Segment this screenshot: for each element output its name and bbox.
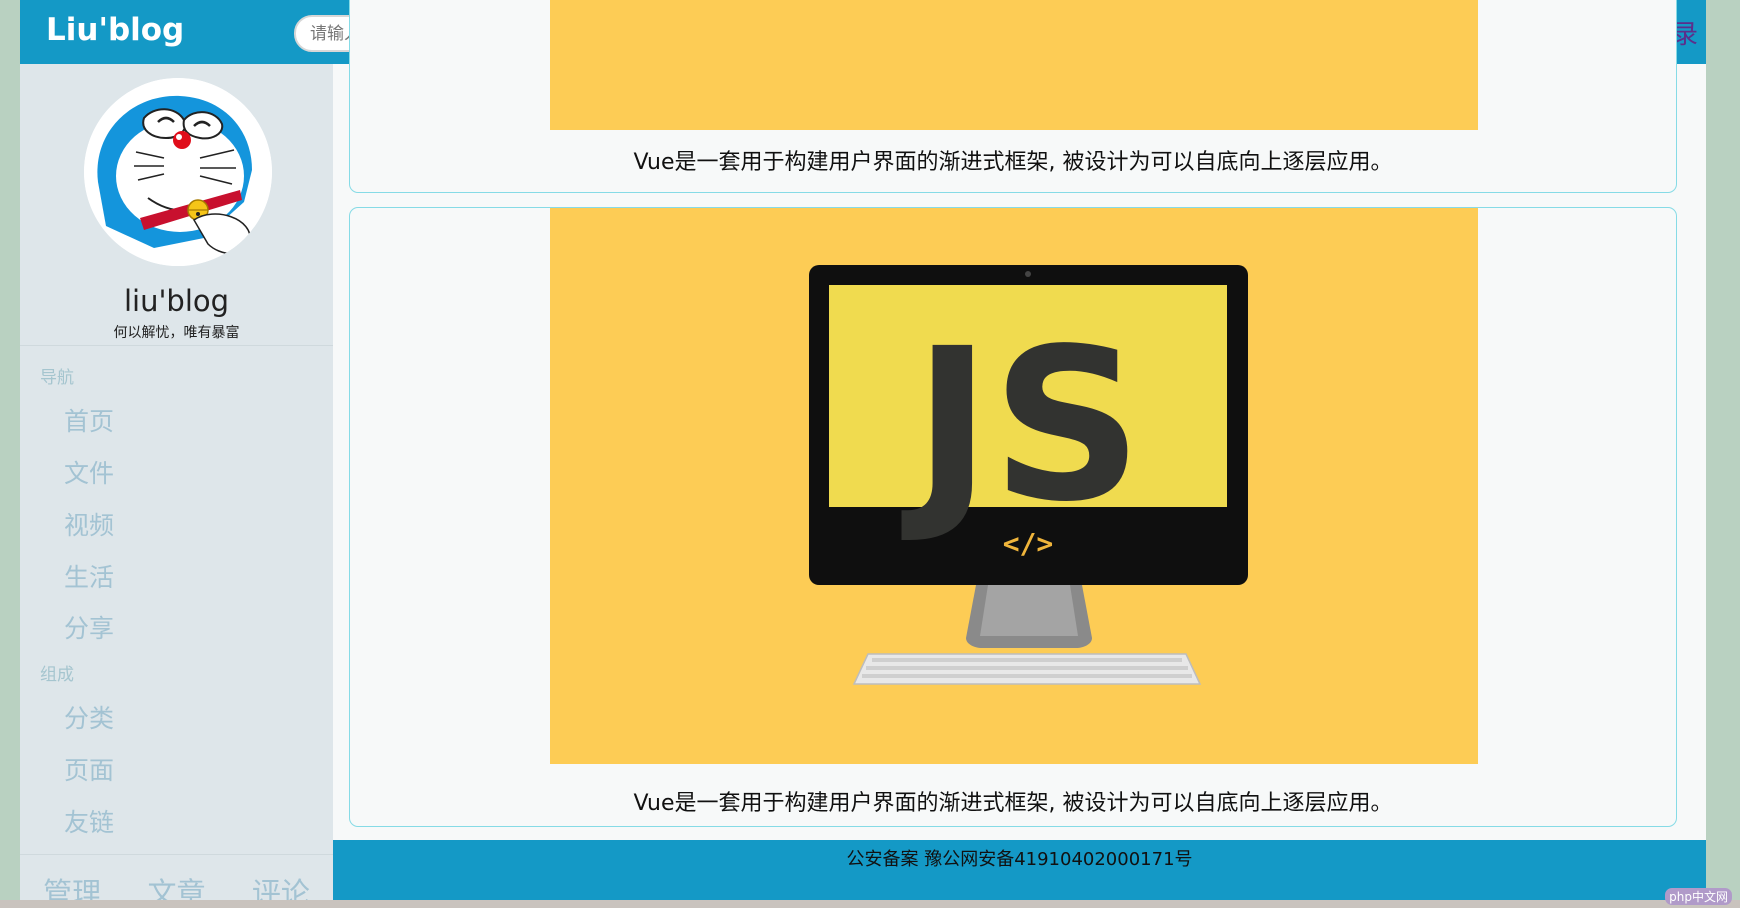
composition-section-title: 组成 <box>40 665 74 685</box>
post-card[interactable]: Vue是一套用于构建用户界面的渐进式框架, 被设计为可以自底向上逐层应用。 <box>349 0 1677 193</box>
desktop-strip <box>0 900 1740 908</box>
avatar[interactable] <box>84 78 272 266</box>
post-card[interactable]: JS </> Vue是一套用于构建用户界面的渐进式框架, 被设计为可以自底向上逐… <box>349 207 1677 827</box>
code-tag-text: </> <box>1003 527 1054 560</box>
sidebar-item-life[interactable]: 生活 <box>64 558 114 594</box>
sidebar-item-categories[interactable]: 分类 <box>64 699 114 735</box>
divider <box>20 854 333 855</box>
sidebar-item-files[interactable]: 文件 <box>64 454 114 490</box>
watermark: php中文网 <box>1665 888 1732 905</box>
post-image: JS </> <box>550 208 1478 764</box>
post-image <box>550 0 1478 130</box>
blog-page: Liu'blog 搜索 消息 登录 <box>20 0 1706 905</box>
page-footer: 公安备案 豫公网安备41910402000171号 <box>333 840 1706 905</box>
nav-section-title: 导航 <box>40 368 74 388</box>
sidebar-item-pages[interactable]: 页面 <box>64 751 114 787</box>
brand-logo[interactable]: Liu'blog <box>46 12 184 48</box>
post-caption: Vue是一套用于构建用户界面的渐进式框架, 被设计为可以自底向上逐层应用。 <box>633 791 1393 816</box>
post-caption: Vue是一套用于构建用户界面的渐进式框架, 被设计为可以自底向上逐层应用。 <box>633 150 1393 175</box>
sidebar-item-videos[interactable]: 视频 <box>64 506 114 542</box>
sidebar-item-home[interactable]: 首页 <box>64 402 114 438</box>
site-motto: 何以解忧，唯有暴富 <box>113 325 240 341</box>
divider <box>20 345 333 346</box>
sidebar-item-share[interactable]: 分享 <box>64 609 114 645</box>
site-name: liu'blog <box>123 284 230 318</box>
js-logo-text: JS <box>901 303 1142 548</box>
doraemon-avatar-icon <box>84 78 272 266</box>
js-monitor-icon: JS </> <box>809 265 1248 685</box>
sidebar: liu'blog 何以解忧，唯有暴富 导航 首页 文件 视频 生活 分享 组成 … <box>20 64 333 905</box>
sidebar-item-links[interactable]: 友链 <box>64 803 114 839</box>
icp-record-text: 公安备案 豫公网安备41910402000171号 <box>846 849 1193 870</box>
